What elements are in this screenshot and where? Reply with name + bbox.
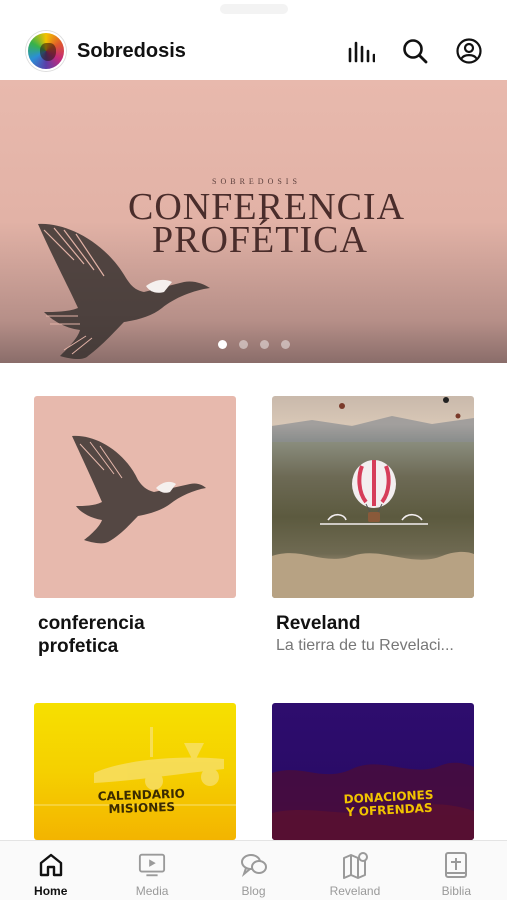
carousel-dot[interactable]: [259, 340, 269, 349]
balloon-illustration: [272, 397, 474, 598]
app-header: Sobredosis: [0, 22, 507, 80]
map-icon: [341, 851, 369, 879]
media-icon: [138, 851, 166, 879]
tab-reveland[interactable]: Reveland: [304, 841, 405, 900]
tab-label: Biblia: [441, 884, 471, 898]
search-icon[interactable]: [401, 37, 429, 65]
card-conferencia-profetica[interactable]: conferencia profetica: [34, 396, 236, 658]
airplane-illustration: [34, 727, 236, 806]
card-title-line2: profetica: [38, 636, 119, 657]
tab-media[interactable]: Media: [101, 841, 202, 900]
tab-home[interactable]: Home: [0, 841, 101, 900]
eagle-illustration: [72, 435, 206, 544]
carousel-dot[interactable]: [238, 340, 248, 349]
tab-label: Media: [135, 884, 169, 898]
card-art-text: CALENDARIO MISIONES: [98, 786, 186, 816]
equalizer-icon[interactable]: [347, 37, 375, 65]
tab-label: Blog: [241, 884, 266, 898]
hero-banner[interactable]: SOBREDOSIS CONFERENCIA PROFÉTICA: [0, 80, 507, 363]
card-image: CALENDARIO MISIONES: [34, 703, 236, 840]
card-image: DONACIONES Y OFRENDAS: [272, 703, 474, 840]
blog-icon: [240, 851, 268, 879]
card-title: conferencia profetica: [38, 612, 236, 658]
bible-icon: [442, 851, 470, 879]
tab-biblia[interactable]: Biblia: [406, 841, 507, 900]
carousel-pagination: [0, 340, 507, 349]
tab-label: Reveland: [329, 884, 381, 898]
status-bar-indicator: [220, 4, 288, 14]
card-art-text: DONACIONES Y OFRENDAS: [343, 788, 434, 820]
bottom-tab-bar: Home Media Blog Reveland Biblia: [0, 840, 507, 900]
profile-icon[interactable]: [455, 37, 483, 65]
home-icon: [37, 851, 65, 879]
card-image: [272, 396, 474, 598]
landscape-illustration: [272, 762, 474, 840]
card-calendario-misiones[interactable]: CALENDARIO MISIONES: [34, 703, 236, 840]
header-actions: [347, 37, 483, 65]
card-title-line1: conferencia: [38, 613, 145, 634]
tab-blog[interactable]: Blog: [203, 841, 304, 900]
carousel-dot[interactable]: [217, 340, 227, 349]
card-subtitle: La tierra de tu Revelaci...: [276, 637, 454, 654]
hero-title-line2: PROFÉTICA: [152, 219, 368, 261]
card-reveland[interactable]: Reveland La tierra de tu Revelaci...: [272, 396, 474, 655]
tab-label: Home: [34, 884, 68, 898]
carousel-dot[interactable]: [280, 340, 290, 349]
card-donaciones-ofrendas[interactable]: DONACIONES Y OFRENDAS: [272, 703, 474, 840]
card-title: Reveland: [276, 613, 361, 634]
card-image: [34, 396, 236, 598]
app-logo[interactable]: [26, 31, 66, 71]
app-title: Sobredosis: [77, 39, 186, 62]
